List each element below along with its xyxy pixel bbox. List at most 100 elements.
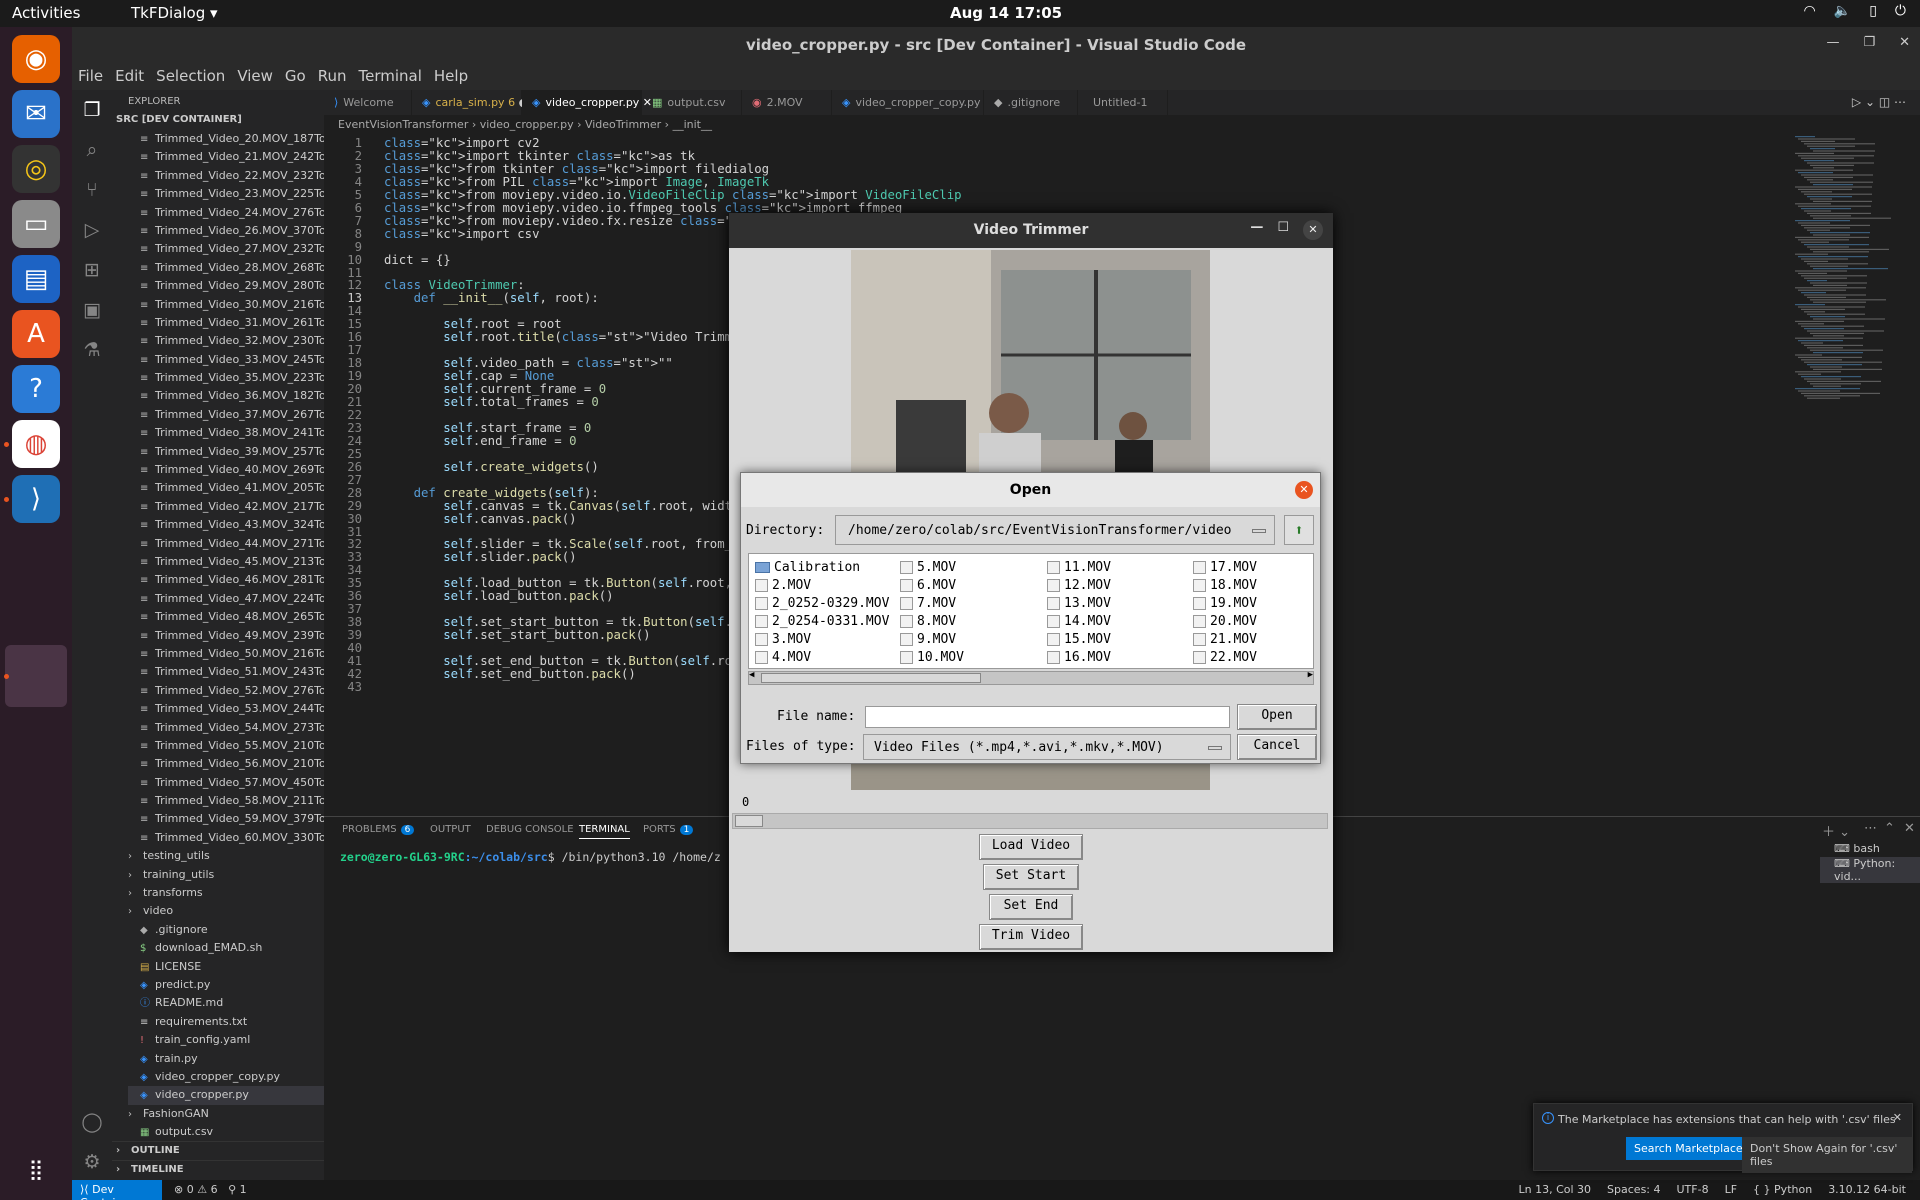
explorer-icon[interactable]: ❐ — [80, 98, 104, 122]
activities-button[interactable]: Activities — [12, 4, 80, 22]
encoding[interactable]: UTF-8 — [1677, 1183, 1709, 1196]
tree-file-trimmed[interactable]: ≡ Trimmed_Video_54.MOV_273To... — [140, 719, 324, 737]
editor-tab[interactable]: ◈ video_cropper_copy.py — [832, 90, 984, 115]
manage-gear-icon[interactable]: ⚙ — [80, 1150, 104, 1174]
files-icon[interactable]: ▭ — [12, 200, 60, 248]
code-line[interactable]: self.set_start_button = tk.Button(self.r… — [384, 615, 747, 629]
code-line[interactable]: self.cap = None — [384, 369, 554, 383]
tab-terminal[interactable]: TERMINAL — [579, 824, 630, 839]
file-entry[interactable]: 17.MOV — [1193, 558, 1257, 576]
tree-file-trimmed[interactable]: ≡ Trimmed_Video_24.MOV_276To... — [140, 204, 324, 222]
directory-select[interactable]: /home/zero/colab/src/EventVisionTransfor… — [835, 515, 1275, 545]
menu-view[interactable]: View — [231, 62, 279, 90]
maximize-icon[interactable]: ☐ — [1277, 220, 1289, 240]
cursor-position[interactable]: Ln 13, Col 30 — [1518, 1183, 1591, 1196]
tree-file-trimmed[interactable]: ≡ Trimmed_Video_32.MOV_230To... — [140, 332, 324, 350]
remote-indicator[interactable]: ⟩⟨ Dev Container — [72, 1180, 162, 1200]
file-entry[interactable]: 20.MOV — [1193, 612, 1257, 630]
rhythmbox-icon[interactable]: ◎ — [12, 145, 60, 193]
code-line[interactable]: class="kc">import cv2 — [384, 136, 540, 150]
tree-file-trimmed[interactable]: ≡ Trimmed_Video_31.MOV_261To... — [140, 314, 324, 332]
minimize-icon[interactable]: — — [1826, 35, 1839, 50]
cancel-button[interactable]: Cancel — [1237, 734, 1317, 760]
file-entry[interactable]: 15.MOV — [1047, 630, 1111, 648]
tree-folder[interactable]: › transforms — [128, 884, 324, 902]
file-name-input[interactable] — [865, 706, 1230, 728]
tree-folder[interactable]: › testing_utils — [128, 847, 324, 865]
tree-file-trimmed[interactable]: ≡ Trimmed_Video_23.MOV_225To... — [140, 185, 324, 203]
menu-run[interactable]: Run — [312, 62, 353, 90]
file-entry[interactable]: 2.MOV — [755, 576, 889, 594]
tab-problems[interactable]: PROBLEMS 6 — [342, 824, 415, 835]
tree-file-trimmed[interactable]: ≡ Trimmed_Video_30.MOV_216To... — [140, 296, 324, 314]
open-button[interactable]: Open — [1237, 704, 1317, 730]
terminal-bash[interactable]: ⌨ bash — [1820, 842, 1920, 855]
search-marketplace-button[interactable]: Search Marketplace — [1626, 1137, 1751, 1160]
tree-file[interactable]: ! train_config.yaml — [128, 1031, 324, 1049]
app-menu[interactable]: TkFDialog ▾ — [131, 4, 218, 22]
vscode-icon[interactable]: ⟩ — [12, 475, 60, 523]
tab-output[interactable]: OUTPUT — [430, 824, 471, 835]
editor-tab[interactable]: ◈carla_sim.py 6 ● — [412, 90, 528, 115]
code-line[interactable]: self.load_button.pack() — [384, 589, 613, 603]
tree-file-trimmed[interactable]: ≡ Trimmed_Video_22.MOV_232To... — [140, 167, 324, 185]
code-line[interactable]: self.create_widgets() — [384, 460, 599, 474]
tk-window-icon[interactable] — [5, 645, 67, 707]
code-line[interactable]: class="kc">import tkinter class="kc">as … — [384, 149, 695, 163]
terminal-output[interactable]: zero@zero-GL63-9RC:~/colab/src$ /bin/pyt… — [340, 850, 721, 864]
tab-debug-console[interactable]: DEBUG CONSOLE — [486, 824, 574, 835]
tree-file-output-csv[interactable]: ▦ output.csv — [112, 1123, 324, 1141]
tree-file[interactable]: ⓘ README.md — [128, 994, 324, 1012]
language-mode[interactable]: { } Python — [1753, 1183, 1812, 1196]
tree-file[interactable]: $ download_EMAD.sh — [128, 939, 324, 957]
code-line[interactable]: self.total_frames = 0 — [384, 395, 599, 409]
load-video-button[interactable]: Load Video — [979, 834, 1083, 860]
python-interpreter[interactable]: 3.10.12 64-bit — [1828, 1183, 1906, 1196]
file-entry[interactable]: 9.MOV — [900, 630, 964, 648]
code-line[interactable]: class="kc">from moviepy.video.io.VideoFi… — [384, 188, 962, 202]
file-entry[interactable]: 19.MOV — [1193, 594, 1257, 612]
tree-file-trimmed[interactable]: ≡ Trimmed_Video_35.MOV_223To... — [140, 369, 324, 387]
code-line[interactable]: class VideoTrimmer: — [384, 278, 525, 292]
tree-file-trimmed[interactable]: ≡ Trimmed_Video_43.MOV_324To... — [140, 516, 324, 534]
code-line[interactable]: self.end_frame = 0 — [384, 434, 576, 448]
tree-file[interactable]: ◆ .gitignore — [128, 921, 324, 939]
tree-file-trimmed[interactable]: ≡ Trimmed_Video_50.MOV_216To... — [140, 645, 324, 663]
run-debug-icon[interactable]: ▷ — [80, 218, 104, 242]
code-line[interactable]: self.root = root — [384, 317, 561, 331]
code-line[interactable]: self.slider.pack() — [384, 550, 576, 564]
terminal-python[interactable]: ⌨ Python: vid... — [1820, 857, 1920, 883]
code-line[interactable]: class="kc">import csv — [384, 227, 540, 241]
menu-file[interactable]: File — [72, 62, 109, 90]
tree-file-trimmed[interactable]: ≡ Trimmed_Video_49.MOV_239To... — [140, 627, 324, 645]
help-icon[interactable]: ? — [12, 365, 60, 413]
scroll-left-icon[interactable]: ◀ — [749, 670, 754, 680]
firefox-icon[interactable]: ◉ — [12, 35, 60, 83]
tree-file-trimmed[interactable]: ≡ Trimmed_Video_53.MOV_244To... — [140, 700, 324, 718]
maximize-panel-icon[interactable]: ⌃ — [1884, 821, 1895, 836]
scrollbar-thumb[interactable] — [761, 673, 981, 683]
clock[interactable]: Aug 14 17:05 — [950, 4, 1062, 22]
tree-file-trimmed[interactable]: ≡ Trimmed_Video_37.MOV_267To... — [140, 406, 324, 424]
close-icon[interactable]: ✕ — [1303, 220, 1323, 240]
code-line[interactable]: self.set_start_button.pack() — [384, 628, 650, 642]
file-entry[interactable]: Calibration — [755, 558, 889, 576]
code-line[interactable]: class="kc">from tkinter class="kc">impor… — [384, 162, 769, 176]
menu-selection[interactable]: Selection — [150, 62, 231, 90]
tree-file-trimmed[interactable]: ≡ Trimmed_Video_46.MOV_281To... — [140, 571, 324, 589]
file-entry[interactable]: 7.MOV — [900, 594, 964, 612]
problems-status[interactable]: ⊗ 0 ⚠ 6 — [174, 1183, 218, 1196]
tree-folder[interactable]: › video — [128, 902, 324, 920]
editor-tab[interactable]: ⟩ Welcome — [324, 90, 412, 115]
tree-file-trimmed[interactable]: ≡ Trimmed_Video_20.MOV_187To... — [140, 130, 324, 148]
account-icon[interactable]: ◯ — [80, 1110, 104, 1134]
line-ending[interactable]: LF — [1725, 1183, 1737, 1196]
menu-terminal[interactable]: Terminal — [353, 62, 428, 90]
software-icon[interactable]: A — [12, 310, 60, 358]
tree-file-trimmed[interactable]: ≡ Trimmed_Video_55.MOV_210To... — [140, 737, 324, 755]
tree-file[interactable]: ◈ video_cropper.py — [128, 1086, 324, 1105]
file-entry[interactable]: 12.MOV — [1047, 576, 1111, 594]
tree-file-trimmed[interactable]: ≡ Trimmed_Video_42.MOV_217To... — [140, 498, 324, 516]
code-line[interactable]: self.load_button = tk.Button(self.root, … — [384, 576, 747, 590]
tree-file-trimmed[interactable]: ≡ Trimmed_Video_47.MOV_224To... — [140, 590, 324, 608]
